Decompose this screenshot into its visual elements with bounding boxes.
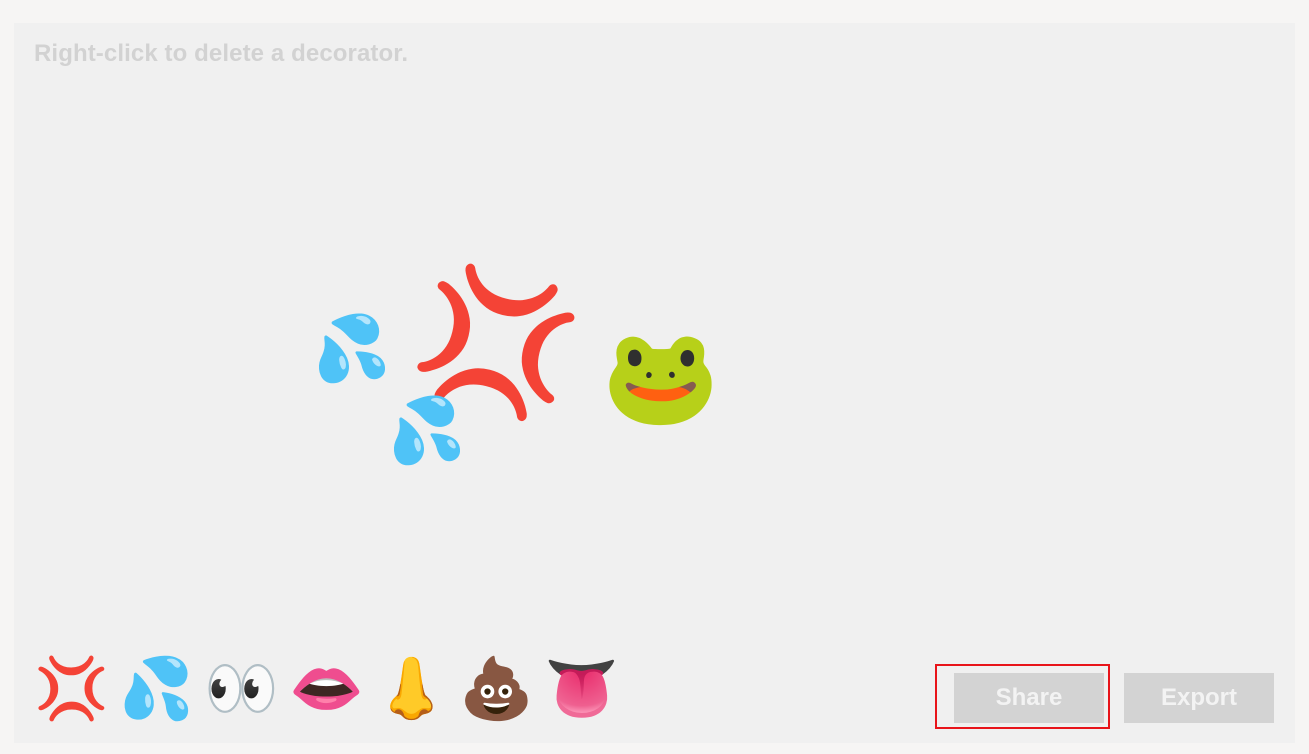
palette-nose-icon[interactable]: 👃	[374, 659, 449, 719]
palette-tongue-icon[interactable]: 👅	[544, 659, 619, 719]
sweat-droplets-icon[interactable]: 💦	[306, 307, 393, 390]
export-button[interactable]: Export	[1124, 673, 1274, 723]
sweat-droplets-icon[interactable]: 💦	[381, 389, 468, 472]
frog-face-icon[interactable]: 🐸	[602, 331, 719, 425]
delete-hint-text: Right-click to delete a decorator.	[34, 40, 409, 67]
share-button[interactable]: Share	[954, 673, 1104, 723]
palette-mouth-icon[interactable]: 👄	[289, 659, 364, 719]
palette-pile-of-poo-icon[interactable]: 💩	[459, 659, 534, 719]
palette-anger-symbol-icon[interactable]: 💢	[34, 659, 109, 719]
palette-eyes-icon[interactable]: 👀	[204, 659, 279, 719]
decorator-canvas[interactable]: Right-click to delete a decorator. 💦 💢 💦…	[14, 23, 1295, 743]
palette-sweat-droplets-icon[interactable]: 💦	[119, 659, 194, 719]
